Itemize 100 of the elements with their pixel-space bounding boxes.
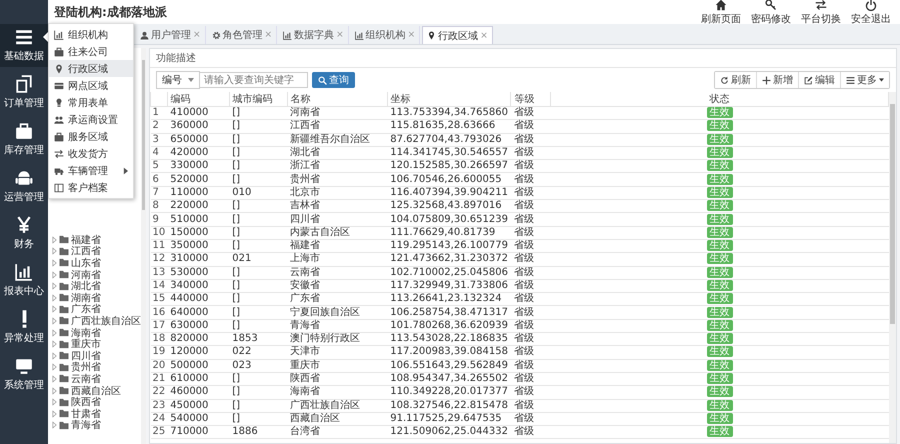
table-cell: 125.32568,43.897016 (387, 200, 511, 213)
table-cell: [] (229, 266, 288, 280)
tree-item[interactable]: 陕西省 (52, 396, 141, 408)
column-header[interactable]: 状态 (550, 92, 888, 106)
menu-item[interactable]: 服务区域 (49, 128, 133, 145)
header-action[interactable]: 密码修改 (748, 0, 794, 26)
menu-item[interactable]: 承运商设置 (49, 111, 133, 128)
tree-item[interactable]: 青海省 (52, 420, 141, 432)
table-cell: 浙江省 (287, 160, 388, 173)
tree-item[interactable]: 四川省 (52, 350, 141, 362)
table-cell: 广东省 (287, 292, 388, 306)
search-button[interactable]: 查询 (312, 72, 355, 88)
nav-item[interactable]: 财务 (0, 212, 48, 255)
tree-item[interactable]: 湖南省 (52, 292, 141, 304)
table-cell: 530000 (167, 266, 230, 280)
table-cell: 820000 (167, 332, 230, 346)
tree-item[interactable]: 甘肃省 (52, 408, 141, 420)
search-field[interactable]: 请输入要查询关键字 (200, 72, 308, 88)
menu-item[interactable]: 组织机构 (49, 26, 133, 43)
tab[interactable]: 角色管理 × (208, 26, 278, 44)
menu-item[interactable]: 行政区域 (49, 60, 133, 77)
table-cell: 省级 (510, 120, 551, 134)
table-cell: 540000 (167, 412, 230, 426)
table-cell: [] (229, 319, 288, 333)
tab[interactable]: 行政区域 × (422, 26, 493, 44)
menu-item[interactable]: 网点区域 (49, 77, 133, 94)
tree-item[interactable]: 江西省 (52, 246, 141, 258)
tree-item[interactable]: 福建省 (52, 234, 141, 246)
tab[interactable]: 用户管理 × (136, 26, 206, 44)
tab[interactable]: 数据字典 × (279, 26, 349, 44)
header-action[interactable]: 平台切换 (798, 0, 844, 26)
nav-item[interactable]: 报表中心 (0, 259, 48, 302)
tree-item[interactable]: 湖北省 (52, 280, 141, 292)
table-cell: 省级 (510, 239, 551, 253)
menu-item[interactable]: 常用表单 (49, 94, 133, 111)
table-cell: 460000 (167, 386, 230, 400)
tree-item[interactable]: 广东省 (52, 304, 141, 316)
nav-item[interactable]: 订单管理 (0, 71, 48, 114)
table-cell: 500000 (167, 359, 230, 372)
status-badge: 生效 (706, 360, 733, 371)
table-cell: 青海省 (287, 319, 388, 333)
table-cell: 010 (229, 186, 288, 200)
table-cell: 内蒙古自治区 (287, 226, 388, 240)
table-cell: 宁夏回族自治区 (287, 306, 388, 320)
table-cell: 省级 (510, 212, 551, 226)
toolbar-button[interactable]: 刷新 (715, 72, 757, 88)
bulb-icon (54, 98, 64, 108)
table-cell: 102.710002,25.045806 (387, 266, 511, 280)
table-cell: [] (229, 372, 288, 386)
nav-item[interactable]: 异常处理 (0, 306, 48, 349)
field-select[interactable]: 编号 (156, 71, 200, 89)
nav-item[interactable]: 系统管理 (0, 353, 48, 396)
users-icon (54, 114, 64, 124)
header-action[interactable]: 安全退出 (848, 0, 894, 26)
nav-item[interactable]: 运营管理 (0, 165, 48, 208)
tree-item[interactable]: 广西壮族自治区 (52, 315, 141, 327)
menu-item[interactable]: 往来公司 (49, 43, 133, 60)
nav-item[interactable]: 基础数据 (0, 24, 48, 67)
column-header[interactable]: 名称 (287, 92, 388, 106)
table-cell: [] (229, 226, 288, 240)
tab[interactable]: 组织机构 × (350, 26, 420, 44)
tree-item[interactable]: 重庆市 (52, 338, 141, 350)
table-cell: 省级 (510, 306, 551, 320)
tree-item[interactable]: 河南省 (52, 268, 141, 280)
status-badge: 生效 (706, 280, 733, 291)
column-header[interactable]: 坐标 (387, 92, 511, 106)
tree-item[interactable]: 贵州省 (52, 362, 141, 374)
menu-item[interactable]: 车辆管理 (49, 162, 133, 179)
pin-icon (54, 64, 64, 74)
table-cell: 450000 (167, 399, 230, 412)
table-cell: 台湾省 (287, 426, 388, 439)
column-header[interactable]: 城市编码 (229, 92, 288, 106)
scrollbar[interactable] (141, 48, 146, 444)
column-header[interactable]: 等级 (510, 92, 551, 106)
menu-item[interactable]: 客户档案 (49, 179, 133, 196)
menu-item[interactable]: 收发货方 (49, 145, 133, 162)
table-cell: [] (229, 306, 288, 320)
tree-item[interactable]: 海南省 (52, 326, 141, 338)
row-number: 13 (150, 266, 168, 280)
tree-item[interactable]: 西藏自治区 (52, 384, 141, 396)
briefcase-icon (54, 46, 64, 56)
status-badge: 生效 (706, 373, 733, 384)
table-cell: 湖北省 (287, 146, 388, 160)
table-cell: 贵州省 (287, 172, 388, 186)
tree-item[interactable]: 山东省 (52, 257, 141, 269)
header-action[interactable]: 刷新页面 (698, 0, 744, 26)
tree-item[interactable]: 云南省 (52, 373, 141, 385)
table-cell: 021 (229, 252, 288, 266)
exclamation-icon (22, 310, 26, 328)
table-cell: 新疆维吾尔自治区 (287, 133, 388, 146)
nav-item[interactable]: 库存管理 (0, 118, 48, 161)
table-cell: 110.349228,20.017377 (387, 386, 511, 400)
table-cell: 650000 (167, 133, 230, 146)
column-header[interactable]: 编码 (167, 92, 230, 106)
scrollbar[interactable] (889, 92, 896, 443)
row-number: 18 (150, 332, 168, 346)
table-cell: [] (229, 120, 288, 134)
table-cell: 省级 (510, 106, 551, 120)
table-cell: 110000 (167, 186, 230, 200)
table-cell: 省级 (510, 226, 551, 240)
